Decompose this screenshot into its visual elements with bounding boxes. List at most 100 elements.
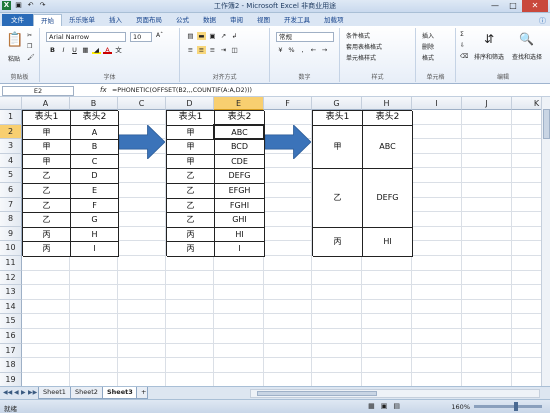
row-header[interactable]: 2 — [0, 124, 22, 140]
number-format-select[interactable]: 常规 — [276, 32, 334, 42]
fill-icon[interactable]: ⇩ — [460, 42, 465, 49]
table-cell[interactable]: G — [71, 213, 119, 228]
table-header-cell[interactable]: 表头1 — [313, 111, 363, 126]
table-cell[interactable]: B — [71, 140, 119, 155]
delete-button[interactable]: 删除 — [422, 42, 434, 51]
format-painter-icon[interactable]: 🖌 — [27, 54, 35, 61]
table-cell[interactable]: F — [71, 198, 119, 214]
table-cell[interactable]: A — [71, 125, 119, 141]
orientation-icon[interactable]: ↗ — [219, 32, 228, 40]
format-button[interactable]: 格式 — [422, 53, 434, 62]
find-select-icon[interactable]: 🔍 — [519, 32, 534, 46]
merged-cell[interactable]: DEFG — [363, 169, 413, 228]
row-header[interactable]: 12 — [0, 270, 22, 286]
italic-icon[interactable]: I — [59, 46, 68, 54]
bold-icon[interactable]: B — [48, 46, 57, 54]
decrease-decimal-icon[interactable]: → — [320, 46, 329, 54]
column-header[interactable]: K — [512, 97, 541, 110]
table-cell[interactable]: 甲 — [23, 140, 71, 155]
sheet-tab-2[interactable]: Sheet2 — [70, 387, 103, 399]
sheet-tab-3[interactable]: Sheet3 — [102, 387, 138, 399]
font-size-select[interactable]: 10 — [130, 32, 152, 42]
tab-view[interactable]: 视图 — [250, 14, 277, 26]
name-box[interactable]: E2 — [2, 86, 74, 96]
clear-icon[interactable]: ⌫ — [460, 53, 468, 60]
cut-icon[interactable]: ✂ — [27, 32, 32, 39]
table-cell[interactable]: 甲 — [167, 154, 215, 170]
table-format-button[interactable]: 套用表格格式 — [346, 42, 382, 51]
table-cell[interactable]: D — [71, 169, 119, 184]
row-header[interactable]: 19 — [0, 372, 22, 386]
table-cell[interactable]: 甲 — [23, 125, 71, 141]
column-header[interactable]: F — [264, 97, 312, 110]
merged-cell[interactable]: ABC — [363, 125, 413, 170]
row-header[interactable]: 8 — [0, 212, 22, 227]
page-layout-view-icon[interactable]: ▣ — [381, 402, 388, 410]
row-header[interactable]: 14 — [0, 299, 22, 315]
table-cell[interactable]: 乙 — [167, 198, 215, 214]
phonetic-icon[interactable]: 文 — [114, 46, 123, 54]
merged-cell[interactable]: 乙 — [313, 169, 363, 228]
comma-icon[interactable]: , — [298, 46, 307, 54]
row-header[interactable]: 17 — [0, 343, 22, 359]
increase-decimal-icon[interactable]: ← — [309, 46, 318, 54]
grow-font-icon[interactable]: Aˆ — [156, 32, 163, 39]
wrap-text-icon[interactable]: ↲ — [230, 32, 239, 40]
table-cell[interactable]: 乙 — [23, 198, 71, 214]
fill-color-icon[interactable]: ◢ — [92, 46, 101, 54]
row-header[interactable]: 18 — [0, 358, 22, 373]
align-middle-icon[interactable]: ▬ — [197, 32, 206, 40]
row-header[interactable]: 1 — [0, 110, 22, 125]
table-cell[interactable]: BCD — [215, 140, 265, 155]
next-sheet-icon[interactable]: ▶ — [21, 389, 26, 396]
new-sheet-icon[interactable]: + — [136, 387, 148, 399]
first-sheet-icon[interactable]: ◀◀ — [3, 389, 12, 396]
table-header-cell[interactable]: 表头1 — [23, 111, 71, 126]
indent-icon[interactable]: ⇥ — [219, 46, 228, 54]
table-cell[interactable]: 丙 — [167, 227, 215, 243]
tab-home[interactable]: 开始 — [33, 14, 62, 26]
normal-view-icon[interactable]: ▦ — [368, 402, 375, 410]
tab-review[interactable]: 审阅 — [223, 14, 250, 26]
row-header[interactable]: 7 — [0, 197, 22, 213]
table-header-cell[interactable]: 表头2 — [215, 111, 265, 126]
table-cell[interactable]: 乙 — [167, 184, 215, 199]
table-cell[interactable]: 甲 — [167, 140, 215, 155]
paste-icon[interactable]: 📋 — [6, 32, 23, 48]
prev-sheet-icon[interactable]: ◀ — [14, 389, 19, 396]
column-header[interactable]: E — [214, 97, 264, 110]
tab-developer[interactable]: 开发工具 — [277, 14, 317, 26]
table-cell[interactable]: 乙 — [23, 213, 71, 228]
vertical-scrollbar[interactable] — [541, 97, 550, 386]
paste-button-label[interactable]: 粘贴 — [8, 54, 20, 63]
horizontal-scrollbar[interactable] — [250, 389, 540, 398]
row-header[interactable]: 16 — [0, 329, 22, 344]
table-cell[interactable]: EFGH — [215, 184, 265, 199]
merged-cell[interactable]: 丙 — [313, 227, 363, 257]
align-center-icon[interactable]: ≡ — [197, 46, 206, 54]
column-header[interactable]: H — [362, 97, 412, 110]
copy-icon[interactable]: ❐ — [27, 43, 32, 50]
align-left-icon[interactable]: ≡ — [186, 46, 195, 54]
zoom-slider-knob[interactable] — [514, 402, 518, 411]
merged-cell[interactable]: 甲 — [313, 125, 363, 170]
fx-icon[interactable]: fx — [100, 86, 107, 94]
row-header[interactable]: 13 — [0, 285, 22, 300]
align-bottom-icon[interactable]: ▣ — [208, 32, 217, 40]
merged-cell[interactable]: HI — [363, 227, 413, 257]
table-cell[interactable]: GHI — [215, 213, 265, 228]
column-header[interactable]: B — [70, 97, 118, 110]
last-sheet-icon[interactable]: ▶▶ — [28, 389, 37, 396]
table-cell[interactable]: E — [71, 184, 119, 199]
sheet-tab-1[interactable]: Sheet1 — [38, 387, 71, 399]
row-header[interactable]: 10 — [0, 241, 22, 256]
tab-insert[interactable]: 插入 — [102, 14, 129, 26]
column-header[interactable]: C — [118, 97, 166, 110]
align-right-icon[interactable]: ≡ — [208, 46, 217, 54]
cell-style-button[interactable]: 单元格样式 — [346, 53, 376, 62]
table-cell[interactable]: DEFG — [215, 169, 265, 184]
worksheet-grid[interactable]: A B C D E F G H I J K 1 2 3 4 5 6 7 8 9 10 11 12 13 14 15 16 17 18 19… — [0, 97, 541, 386]
tab-formulas[interactable]: 公式 — [169, 14, 196, 26]
row-header[interactable]: 3 — [0, 139, 22, 154]
column-header[interactable]: G — [312, 97, 362, 110]
